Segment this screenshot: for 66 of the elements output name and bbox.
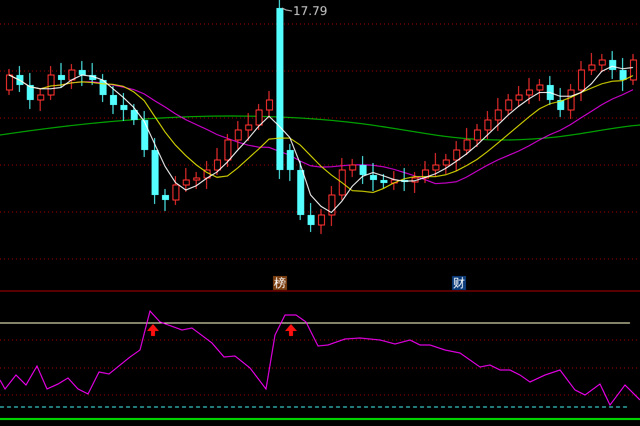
candlestick — [110, 86, 117, 114]
candlestick — [453, 140, 460, 172]
candlestick — [380, 174, 388, 188]
candlestick — [286, 144, 294, 182]
candlestick — [16, 66, 24, 92]
candlestick — [193, 172, 200, 190]
candlestick — [349, 158, 356, 178]
candlestick — [224, 134, 232, 168]
candlestick — [130, 104, 138, 126]
candlestick — [546, 76, 554, 106]
candlestick — [120, 92, 128, 122]
candlestick — [516, 86, 523, 108]
candlestick — [401, 168, 408, 192]
candlestick — [245, 112, 252, 142]
candlestick — [37, 88, 44, 112]
candlestick — [318, 208, 325, 234]
candlestick — [141, 110, 148, 158]
candlestick — [308, 202, 315, 232]
candlestick — [338, 158, 346, 200]
candlestick — [214, 148, 221, 176]
leader-line — [282, 8, 292, 12]
up-arrow-icon — [147, 324, 159, 336]
candlestick — [578, 60, 585, 102]
candlestick — [494, 98, 502, 132]
candlestick — [370, 162, 377, 192]
up-arrow-icon — [285, 324, 297, 336]
candlestick — [505, 94, 512, 116]
candlestick — [442, 154, 450, 174]
badge: 财 — [452, 276, 466, 290]
candlestick — [630, 54, 637, 86]
candlestick — [620, 58, 627, 92]
candlestick — [182, 168, 190, 192]
candlestick — [48, 66, 55, 100]
candlestick — [412, 172, 419, 194]
candlestick — [89, 62, 96, 86]
candlestick — [422, 160, 429, 184]
candlestick — [609, 50, 616, 80]
candlestick — [78, 60, 86, 86]
candlestick — [266, 90, 273, 118]
candlestick — [58, 62, 65, 88]
candlestick — [557, 88, 564, 118]
candlestick — [484, 110, 492, 140]
badge: 榜 — [273, 276, 287, 290]
candlestick — [26, 72, 34, 110]
candlestick — [152, 138, 159, 204]
candlestick — [100, 74, 107, 102]
candlestick — [390, 170, 398, 190]
candlestick — [464, 128, 471, 156]
candlestick — [68, 64, 76, 90]
candlestick — [162, 188, 169, 212]
candlestick — [536, 78, 544, 102]
candlestick — [432, 152, 440, 178]
candlestick — [598, 54, 606, 72]
candlestick — [588, 52, 596, 76]
candlestick — [297, 160, 304, 220]
candlestick — [172, 176, 180, 206]
candlestick — [526, 78, 533, 104]
candlestick — [328, 186, 336, 226]
candlestick — [474, 124, 481, 148]
candlestick — [234, 120, 242, 150]
candlestick — [6, 68, 13, 96]
candlestick — [360, 156, 367, 184]
candlestick — [204, 160, 211, 190]
candlestick — [568, 84, 575, 120]
candlestick — [256, 104, 263, 130]
price-label: 17.79 — [293, 4, 328, 18]
